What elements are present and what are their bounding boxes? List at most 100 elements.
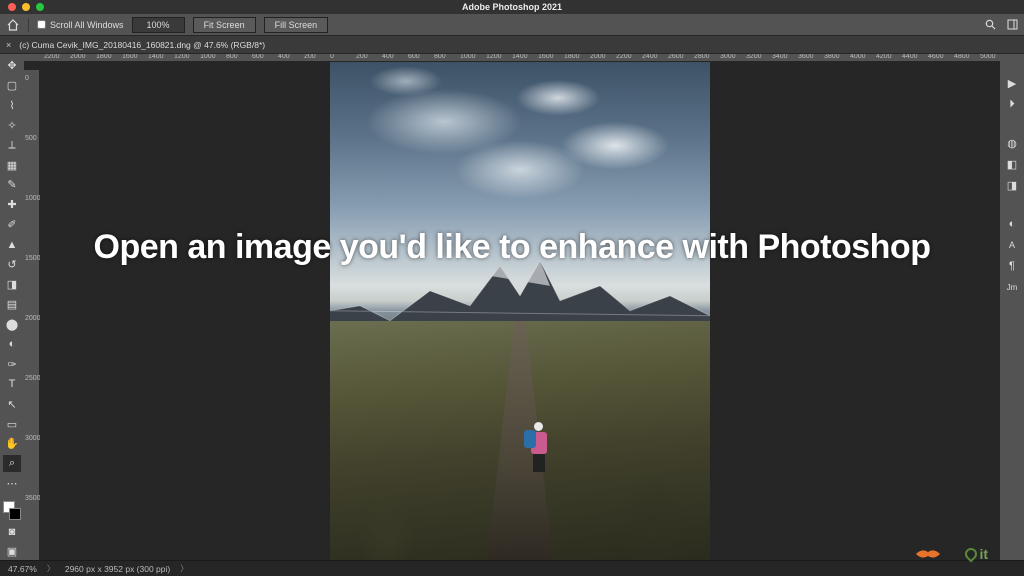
scroll-all-label: Scroll All Windows bbox=[50, 20, 124, 30]
tools-panel: ✥ ▢ ⌇ ✧ ⟂ ▦ ✎ ✚ ✐ ▲ ↺ ◨ ▤ ⬤ ◐ ✑ T ↖ ▭ ✋ … bbox=[0, 54, 24, 560]
history-brush-tool-icon[interactable]: ↺ bbox=[3, 256, 21, 273]
ruler-tick: 600 bbox=[408, 54, 420, 60]
search-icon[interactable] bbox=[984, 19, 996, 31]
figure-in-image bbox=[528, 422, 550, 470]
ruler-tick: 2200 bbox=[616, 54, 632, 60]
watermark-logos: it bbox=[915, 546, 988, 562]
frame-tool-icon[interactable]: ▦ bbox=[3, 157, 21, 174]
status-bar: 47.67% 〉 2960 px x 3952 px (300 ppi) 〉 bbox=[0, 560, 1024, 576]
ruler-tick: 5000 bbox=[980, 54, 996, 60]
ruler-tick: 4600 bbox=[928, 54, 944, 60]
ruler-tick: 0 bbox=[330, 54, 334, 60]
ruler-tick: 2500 bbox=[25, 375, 41, 382]
ruler-tick: 1800 bbox=[96, 54, 112, 60]
gradients-panel-icon[interactable]: ◨ bbox=[1003, 176, 1021, 194]
stamp-tool-icon[interactable]: ▲ bbox=[3, 236, 21, 253]
workspace-icon[interactable] bbox=[1006, 19, 1018, 31]
ruler-tick: 4800 bbox=[954, 54, 970, 60]
step-icon[interactable]: ⏵ bbox=[1003, 95, 1021, 113]
status-zoom[interactable]: 47.67% bbox=[8, 564, 37, 574]
ruler-tick: 1200 bbox=[486, 54, 502, 60]
quickmask-icon[interactable]: ◙ bbox=[3, 523, 21, 540]
layers-panel-icon[interactable]: Jm bbox=[1003, 278, 1021, 296]
ruler-tick: 1800 bbox=[564, 54, 580, 60]
document-tab-bar: × (c) Cuma Cevik_IMG_20180416_160821.dng… bbox=[0, 36, 1024, 54]
background-swatch[interactable] bbox=[9, 508, 21, 520]
eraser-tool-icon[interactable]: ◨ bbox=[3, 276, 21, 293]
close-tab-icon[interactable]: × bbox=[6, 40, 11, 50]
status-arrow-icon[interactable]: 〉 bbox=[47, 563, 55, 574]
ruler-tick: 3800 bbox=[824, 54, 840, 60]
ruler-tick: 3600 bbox=[798, 54, 814, 60]
gradient-tool-icon[interactable]: ▤ bbox=[3, 296, 21, 313]
fill-screen-button[interactable]: Fill Screen bbox=[264, 17, 329, 33]
ruler-tick: 4000 bbox=[850, 54, 866, 60]
ruler-tick: 1000 bbox=[460, 54, 476, 60]
ruler-tick: 1500 bbox=[25, 255, 41, 262]
minimize-window-icon[interactable] bbox=[22, 3, 30, 11]
horizontal-ruler[interactable]: 2200200018001600140012001000800600400200… bbox=[24, 54, 1000, 62]
rectangle-tool-icon[interactable]: ▭ bbox=[3, 416, 21, 433]
play-icon[interactable]: ▶ bbox=[1003, 74, 1021, 92]
document-tab[interactable]: × (c) Cuma Cevik_IMG_20180416_160821.dng… bbox=[6, 40, 265, 50]
adjustments-panel-icon[interactable]: ◐ bbox=[1003, 215, 1021, 233]
canvas-stage[interactable] bbox=[40, 62, 1000, 560]
status-doc-info[interactable]: 2960 px x 3952 px (300 ppi) bbox=[65, 564, 170, 574]
vertical-ruler[interactable]: 0500100015002000250030003500 bbox=[24, 70, 40, 560]
crop-tool-icon[interactable]: ⟂ bbox=[3, 137, 21, 154]
ruler-tick: 600 bbox=[252, 54, 264, 60]
ruler-tick: 200 bbox=[356, 54, 368, 60]
hand-tool-icon[interactable]: ✋ bbox=[3, 436, 21, 453]
heal-tool-icon[interactable]: ✚ bbox=[3, 196, 21, 213]
screenmode-icon[interactable]: ▣ bbox=[3, 543, 21, 560]
brush-tool-icon[interactable]: ✐ bbox=[3, 216, 21, 233]
ruler-tick: 400 bbox=[382, 54, 394, 60]
window-titlebar: Adobe Photoshop 2021 bbox=[0, 0, 1024, 14]
home-icon[interactable] bbox=[6, 18, 20, 32]
scroll-all-windows-checkbox[interactable]: Scroll All Windows bbox=[37, 20, 124, 30]
swatches-panel-icon[interactable]: ◧ bbox=[1003, 155, 1021, 173]
ruler-tick: 3500 bbox=[25, 495, 41, 502]
dodge-tool-icon[interactable]: ◐ bbox=[3, 336, 21, 353]
ruler-tick: 3000 bbox=[720, 54, 736, 60]
fit-screen-button[interactable]: Fit Screen bbox=[193, 17, 256, 33]
document-tab-title: (c) Cuma Cevik_IMG_20180416_160821.dng @… bbox=[19, 40, 265, 50]
maximize-window-icon[interactable] bbox=[36, 3, 44, 11]
eyedropper-tool-icon[interactable]: ✎ bbox=[3, 177, 21, 194]
paragraph-panel-icon[interactable]: ¶ bbox=[1003, 257, 1021, 275]
lasso-tool-icon[interactable]: ⌇ bbox=[3, 97, 21, 114]
blur-tool-icon[interactable]: ⬤ bbox=[3, 316, 21, 333]
path-tool-icon[interactable]: ↖ bbox=[3, 396, 21, 413]
ruler-tick: 1000 bbox=[25, 195, 41, 202]
color-swatches[interactable] bbox=[3, 501, 21, 520]
pen-tool-icon[interactable]: ✑ bbox=[3, 356, 21, 373]
ruler-tick: 800 bbox=[226, 54, 238, 60]
move-tool-icon[interactable]: ✥ bbox=[3, 57, 21, 74]
ruler-tick: 1600 bbox=[538, 54, 554, 60]
ruler-tick: 1400 bbox=[148, 54, 164, 60]
close-window-icon[interactable] bbox=[8, 3, 16, 11]
app-title: Adobe Photoshop 2021 bbox=[0, 2, 1024, 12]
zoom-100-button[interactable]: 100% bbox=[132, 17, 185, 33]
oit-logo: it bbox=[965, 546, 988, 562]
ruler-tick: 4400 bbox=[902, 54, 918, 60]
more-tools-icon[interactable]: ⋯ bbox=[3, 475, 21, 492]
zoom-tool-icon[interactable]: ⌕ bbox=[3, 455, 21, 472]
ruler-tick: 3400 bbox=[772, 54, 788, 60]
ruler-tick: 1000 bbox=[200, 54, 216, 60]
ruler-tick: 2000 bbox=[25, 315, 41, 322]
character-panel-icon[interactable]: A bbox=[1003, 236, 1021, 254]
options-bar: Scroll All Windows 100% Fit Screen Fill … bbox=[0, 14, 1024, 36]
wand-tool-icon[interactable]: ✧ bbox=[3, 117, 21, 134]
color-panel-icon[interactable]: ◍ bbox=[1003, 134, 1021, 152]
right-panel-dock: ▶ ⏵ ◍ ◧ ◨ ◐ A ¶ Jm bbox=[1000, 54, 1024, 560]
text-tool-icon[interactable]: T bbox=[3, 376, 21, 393]
ruler-tick: 3000 bbox=[25, 435, 41, 442]
canvas-area: 2200200018001600140012001000800600400200… bbox=[24, 54, 1000, 560]
ruler-tick: 2200 bbox=[44, 54, 60, 60]
marquee-tool-icon[interactable]: ▢ bbox=[3, 77, 21, 94]
ruler-tick: 2400 bbox=[642, 54, 658, 60]
status-arrow-icon[interactable]: 〉 bbox=[180, 563, 188, 574]
ruler-tick: 0 bbox=[25, 75, 29, 82]
ruler-tick: 2600 bbox=[668, 54, 684, 60]
